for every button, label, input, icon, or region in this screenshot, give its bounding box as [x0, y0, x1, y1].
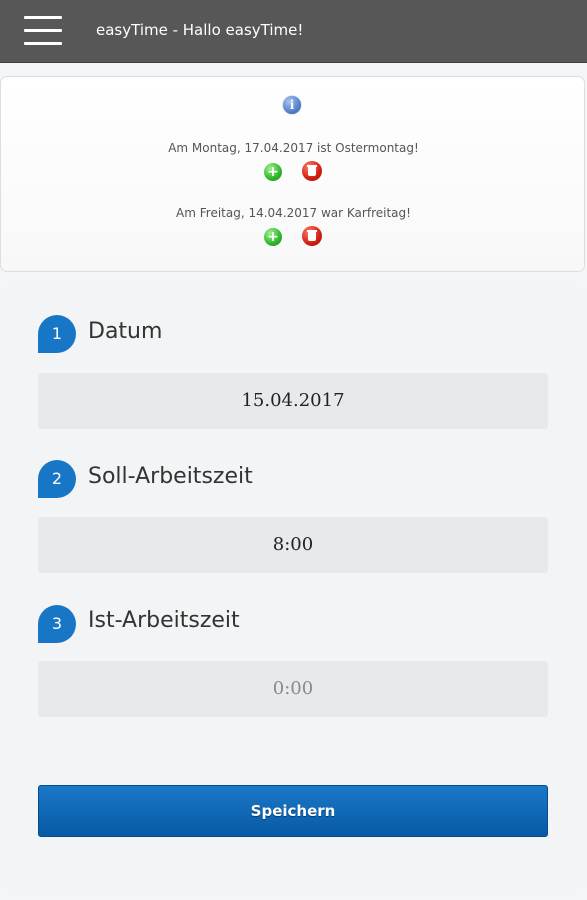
step-number-badge: 2	[38, 460, 76, 498]
trash-bin	[308, 167, 316, 176]
trash-bin	[308, 232, 316, 241]
step-number-badge: 1	[38, 315, 76, 353]
app-title: easyTime - Hallo easyTime!	[96, 21, 304, 39]
delete-icon[interactable]	[302, 226, 322, 246]
actual-hours-field[interactable]: 0:00	[38, 661, 548, 717]
actual-hours-label: Ist-Arbeitszeit	[88, 608, 240, 633]
hamburger-menu-icon[interactable]	[24, 14, 62, 47]
add-icon[interactable]: +	[264, 228, 282, 246]
info-icon: i	[283, 96, 301, 114]
holiday-message: Am Freitag, 14.04.2017 war Karfreitag!	[176, 206, 411, 220]
target-hours-label: Soll-Arbeitszeit	[88, 464, 253, 489]
target-hours-field[interactable]: 8:00	[38, 517, 548, 573]
delete-icon[interactable]	[302, 161, 322, 181]
step-number-badge: 3	[38, 605, 76, 643]
top-bar: easyTime - Hallo easyTime!	[0, 0, 587, 63]
add-icon[interactable]: +	[264, 163, 282, 181]
save-button[interactable]: Speichern	[38, 785, 548, 837]
date-field[interactable]: 15.04.2017	[38, 373, 548, 429]
date-label: Datum	[88, 319, 163, 344]
holiday-message: Am Montag, 17.04.2017 ist Ostermontag!	[168, 141, 419, 155]
